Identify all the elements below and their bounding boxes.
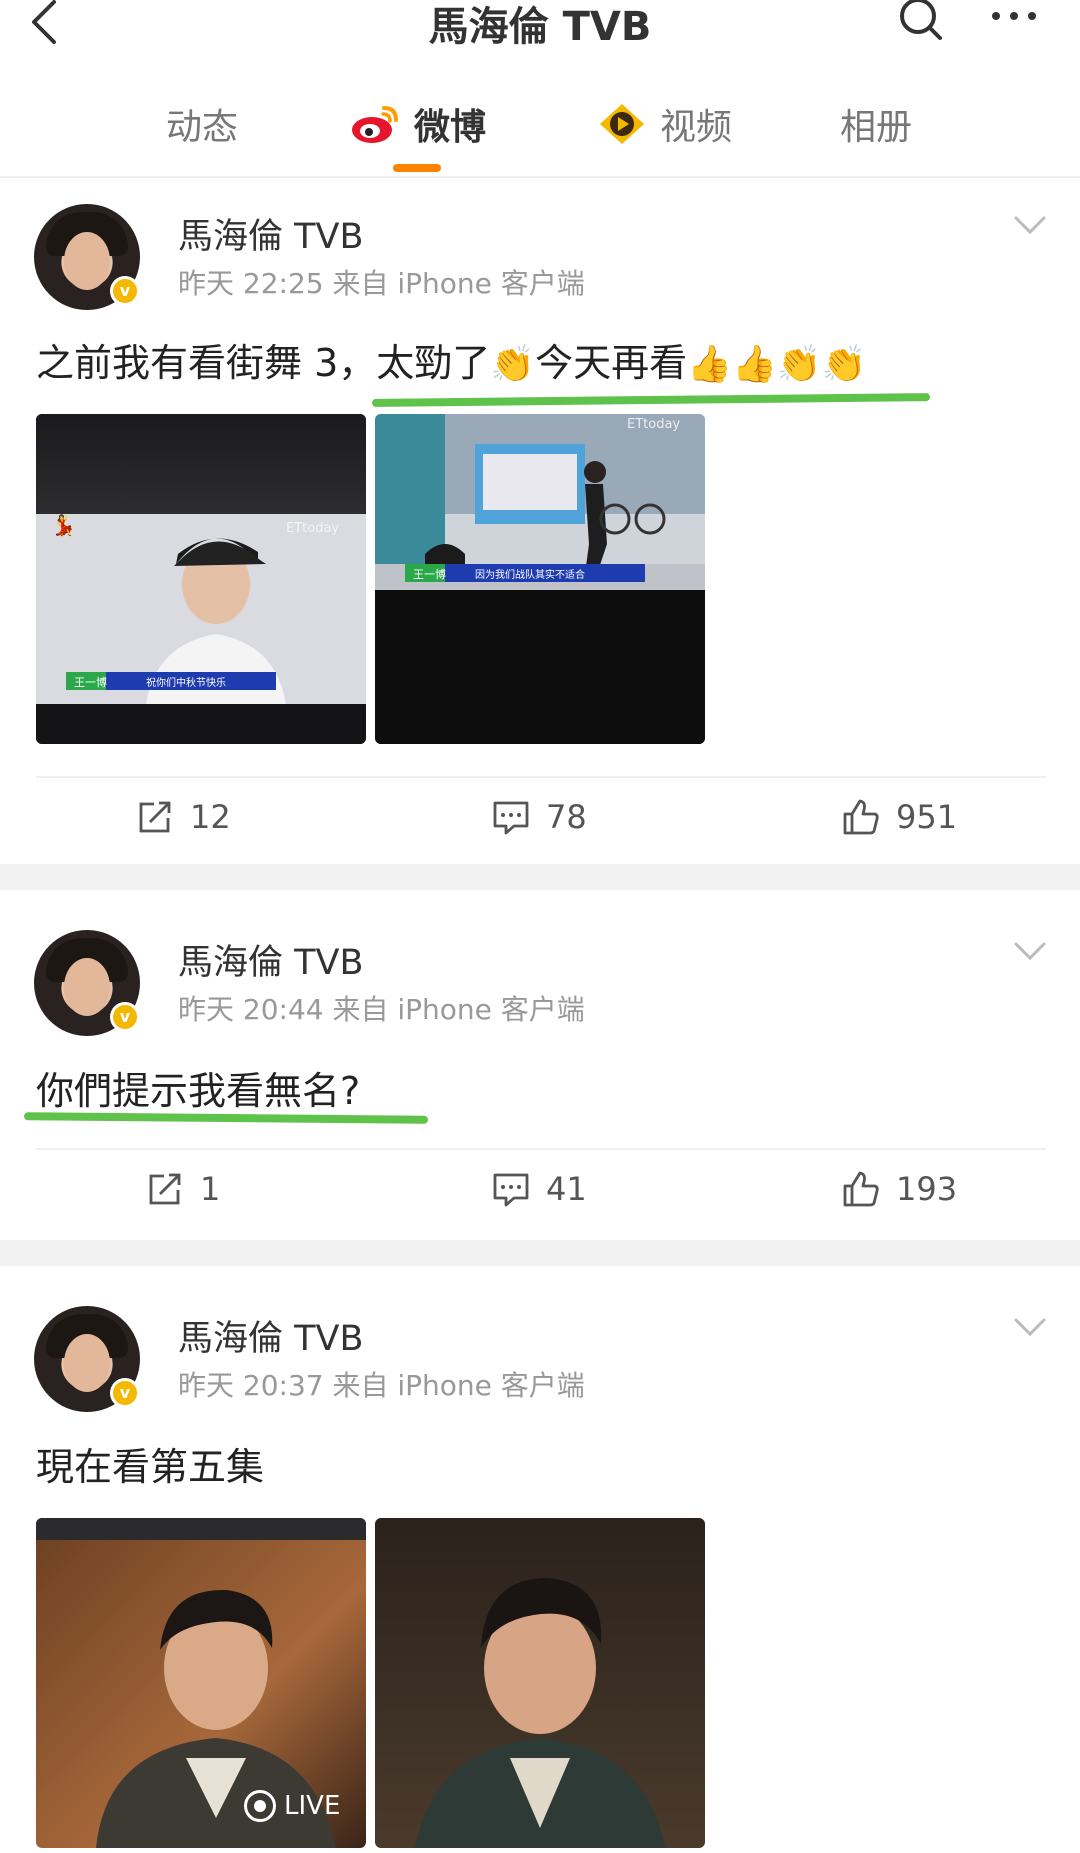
comment-icon [493,1173,529,1207]
post-separator [0,864,1080,890]
photo-watermark: ETtoday [627,417,680,432]
like-button[interactable]: 951 [842,798,957,836]
post-meta: 昨天 20:37 来自 iPhone 客户端 [178,1369,585,1402]
thumbs-up-emoji: 👍 [687,344,732,385]
verified-badge-icon: v [110,1378,140,1408]
clap-emoji: 👏 [490,344,536,385]
tab-label: 相册 [840,107,913,148]
thumbs-up-icon [843,799,879,835]
live-badge: LIVE [244,1790,340,1822]
tab-weibo[interactable]: 微博 [350,94,486,154]
photo-caption-text: 祝你们中秋节快乐 [146,676,226,689]
chevron-down-icon[interactable] [1012,1316,1048,1340]
video-icon [600,104,644,144]
post-card[interactable]: v 馬海倫 TVB 昨天 20:44 来自 iPhone 客户端 你們提示我看無… [0,890,1080,1240]
divider [36,1148,1046,1150]
post-text-part1: 之前我有看街舞 3，太勁了 [36,341,491,385]
post-text: 現在看第五集 [36,1445,265,1489]
post-text: 之前我有看街舞 3，太勁了👏今天再看👍👍👏👏 [36,332,866,387]
thumbs-up-emoji: 👍 [731,344,777,385]
repost-count: 1 [200,1170,221,1208]
post-separator [0,1240,1080,1266]
comment-count: 41 [546,1170,587,1208]
tab-dynamic[interactable]: 动态 [166,94,238,154]
comment-button[interactable]: 41 [492,1170,587,1208]
post-text: 你們提示我看無名? [36,1069,361,1113]
clap-emoji: 👏 [821,344,867,385]
repost-icon [149,1173,181,1205]
highlight-underline [371,393,931,407]
avatar-face [64,958,110,1016]
highlight-underline [23,1112,429,1124]
post-photo[interactable]: 💃 ETtoday 王一博 祝你们中秋节快乐 [36,414,366,744]
post-author[interactable]: 馬海倫 TVB [178,1310,363,1361]
like-count: 193 [896,1170,958,1208]
post-text-part2: 今天再看 [535,341,688,385]
chevron-down-icon[interactable] [1012,940,1048,964]
post-author[interactable]: 馬海倫 TVB [178,208,363,259]
post-photo[interactable] [375,1518,705,1848]
comment-icon [493,801,529,835]
live-label: LIVE [284,1791,341,1821]
clap-emoji: 👏 [776,344,822,385]
weibo-logo-icon [352,106,398,143]
photo-caption-text: 因为我们战队其实不适合 [475,568,585,581]
avatar-face [64,232,110,290]
like-count: 951 [896,798,958,836]
post-photo[interactable]: LIVE [36,1518,366,1848]
chevron-down-icon[interactable] [1012,214,1048,238]
post-photo[interactable]: ETtoday 王一博 因为我们战队其实不适合 [375,414,705,744]
comment-count: 78 [546,798,587,836]
photo-drama-still-2 [375,1518,705,1848]
more-icon[interactable] [990,4,1040,34]
thumbs-up-icon [843,1171,879,1207]
tab-label: 微博 [414,107,487,148]
post-card[interactable]: v 馬海倫 TVB 昨天 20:37 来自 iPhone 客户端 現在看第五集 … [0,1266,1080,1853]
tab-album[interactable]: 相册 [840,94,912,154]
like-button[interactable]: 193 [842,1170,957,1208]
divider [36,776,1046,778]
post-author[interactable]: 馬海倫 TVB [178,934,363,985]
verified-badge-icon: v [110,1002,140,1032]
search-icon[interactable] [898,0,944,44]
tab-label: 动态 [166,107,239,148]
post-card[interactable]: v 馬海倫 TVB 昨天 22:25 来自 iPhone 客户端 之前我有看街舞… [0,180,1080,864]
profile-tabs: 动态 微博 视频 相册 [0,72,1080,178]
live-icon [244,1790,276,1822]
photo-caption-name: 王一博 [74,676,107,689]
repost-button[interactable]: 1 [146,1170,220,1208]
photo-watermark: ETtoday [286,521,339,536]
post-meta: 昨天 22:25 来自 iPhone 客户端 [178,267,585,300]
comment-button[interactable]: 78 [492,798,587,836]
photo-dance-show-1: 💃 ETtoday 王一博 祝你们中秋节快乐 [36,414,366,744]
repost-button[interactable]: 12 [136,798,231,836]
repost-icon [139,801,171,833]
verified-badge-icon: v [110,276,140,306]
post-meta: 昨天 20:44 来自 iPhone 客户端 [178,993,585,1026]
active-tab-indicator [393,164,441,172]
top-bar: 馬海倫 TVB [0,0,1080,72]
photo-dance-show-2: ETtoday 王一博 因为我们战队其实不适合 [375,414,705,744]
tab-label: 视频 [660,107,733,148]
avatar-face [64,1334,110,1392]
show-logo: 💃 [51,513,76,537]
photo-caption-name: 王一博 [413,568,446,581]
repost-count: 12 [190,798,231,836]
tab-video[interactable]: 视频 [596,94,732,154]
